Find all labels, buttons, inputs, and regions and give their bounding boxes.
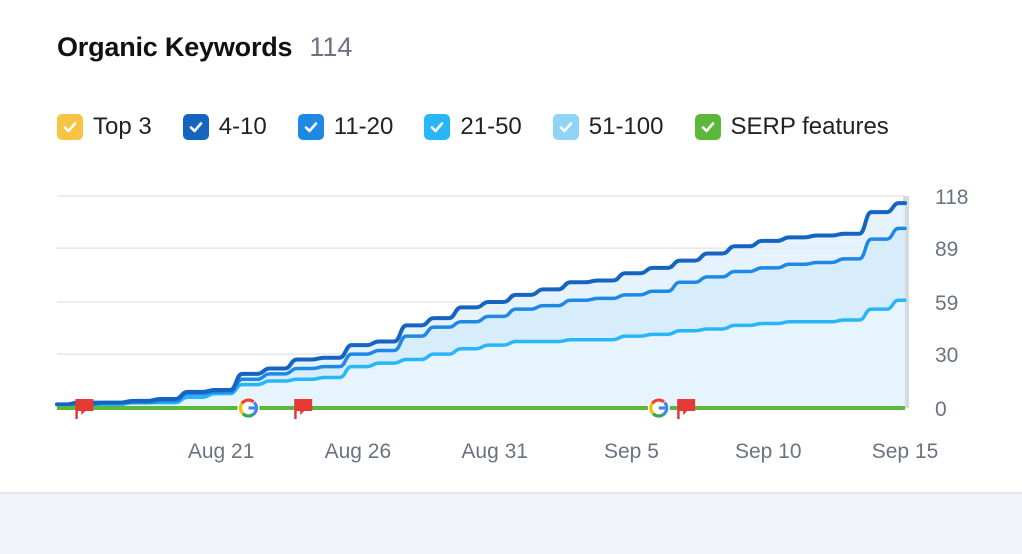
y-tick-label: 30 [935,344,958,367]
flag-body [679,399,696,415]
google-update-icon[interactable] [237,397,260,419]
google-icon-bar [658,406,667,410]
flag-icon[interactable] [677,399,696,419]
organic-keywords-chart: 0 30 59 89 118 Aug 21 Aug 26 Aug 31 Sep 5 Sep 10… [55,186,968,463]
flag-body [77,399,94,415]
flag-icon[interactable] [75,399,94,419]
google-update-icon[interactable] [647,397,670,419]
y-tick-label: 118 [935,186,968,209]
x-tick-label: Aug 21 [188,440,255,463]
x-tick-label: Sep 15 [872,440,939,463]
y-tick-label: 59 [935,292,958,315]
y-axis-ticks: 0 30 59 89 118 [935,186,968,421]
y-tick-label: 89 [935,238,958,261]
flag-body [296,399,313,415]
organic-keywords-card: Organic Keywords 114 Top 3 4-10 11-20 21-50… [0,0,1022,493]
google-icon-bar [248,406,257,410]
x-tick-label: Sep 10 [735,440,802,463]
x-tick-label: Aug 26 [325,440,392,463]
x-axis-ticks: Aug 21 Aug 26 Aug 31 Sep 5 Sep 10 Sep 15 [188,440,938,463]
y-tick-label: 0 [935,398,947,421]
x-tick-label: Sep 5 [604,440,659,463]
x-tick-label: Aug 31 [461,440,528,463]
flag-icon[interactable] [294,399,313,419]
